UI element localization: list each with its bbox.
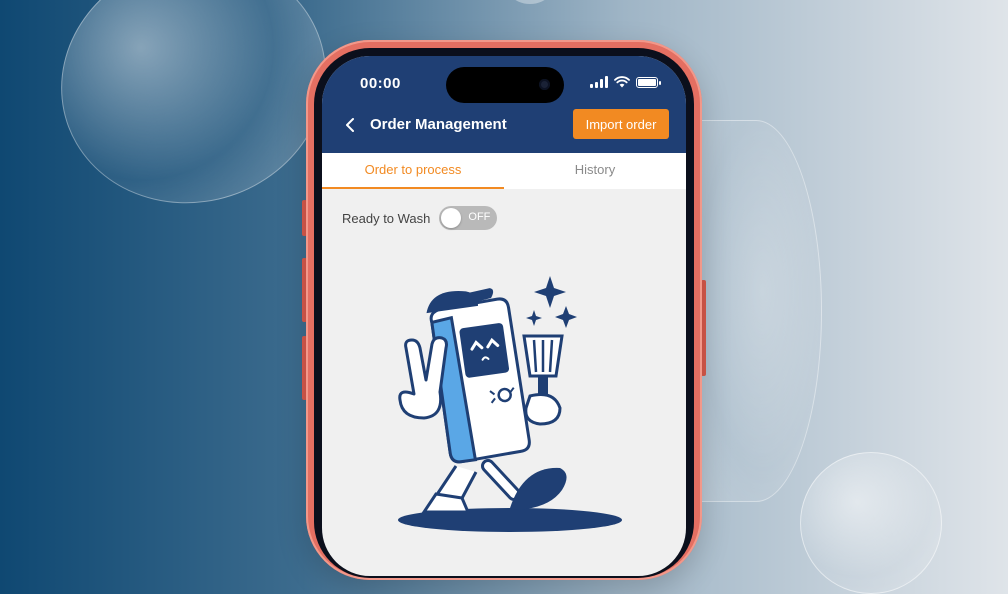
toggle-state-text: OFF xyxy=(468,211,491,223)
chevron-left-icon[interactable] xyxy=(342,116,360,134)
bubble-decoration xyxy=(500,0,560,4)
tab-history[interactable]: History xyxy=(504,153,686,189)
app-screen: 00:00 Order Management Import order Orde… xyxy=(322,56,686,576)
bubble-decoration xyxy=(690,120,822,502)
wifi-icon xyxy=(614,76,630,88)
status-icons xyxy=(590,76,661,88)
status-time: 00:00 xyxy=(360,75,401,92)
battery-icon xyxy=(636,76,661,88)
ready-to-wash-filter: Ready to Wash OFF xyxy=(342,205,498,231)
phone-frame: 00:00 Order Management Import order Orde… xyxy=(306,40,702,580)
toggle-knob xyxy=(441,208,462,228)
tab-bar: Order to process History xyxy=(322,153,686,189)
nav-bar: Order Management Import order xyxy=(322,106,686,146)
tab-order-to-process[interactable]: Order to process xyxy=(322,153,504,189)
app-header: 00:00 Order Management Import order xyxy=(322,56,686,153)
page-title: Order Management xyxy=(370,116,507,133)
ready-to-wash-label: Ready to Wash xyxy=(342,210,431,226)
phone-bezel: 00:00 Order Management Import order Orde… xyxy=(314,48,694,578)
camera-icon xyxy=(539,79,550,90)
washing-machine-mascot-illustration xyxy=(398,276,622,532)
signal-icon xyxy=(590,76,608,88)
ready-to-wash-toggle[interactable]: OFF xyxy=(439,206,498,230)
dynamic-island xyxy=(446,67,564,103)
bubble-decoration xyxy=(800,452,942,594)
import-order-button[interactable]: Import order xyxy=(573,109,669,139)
